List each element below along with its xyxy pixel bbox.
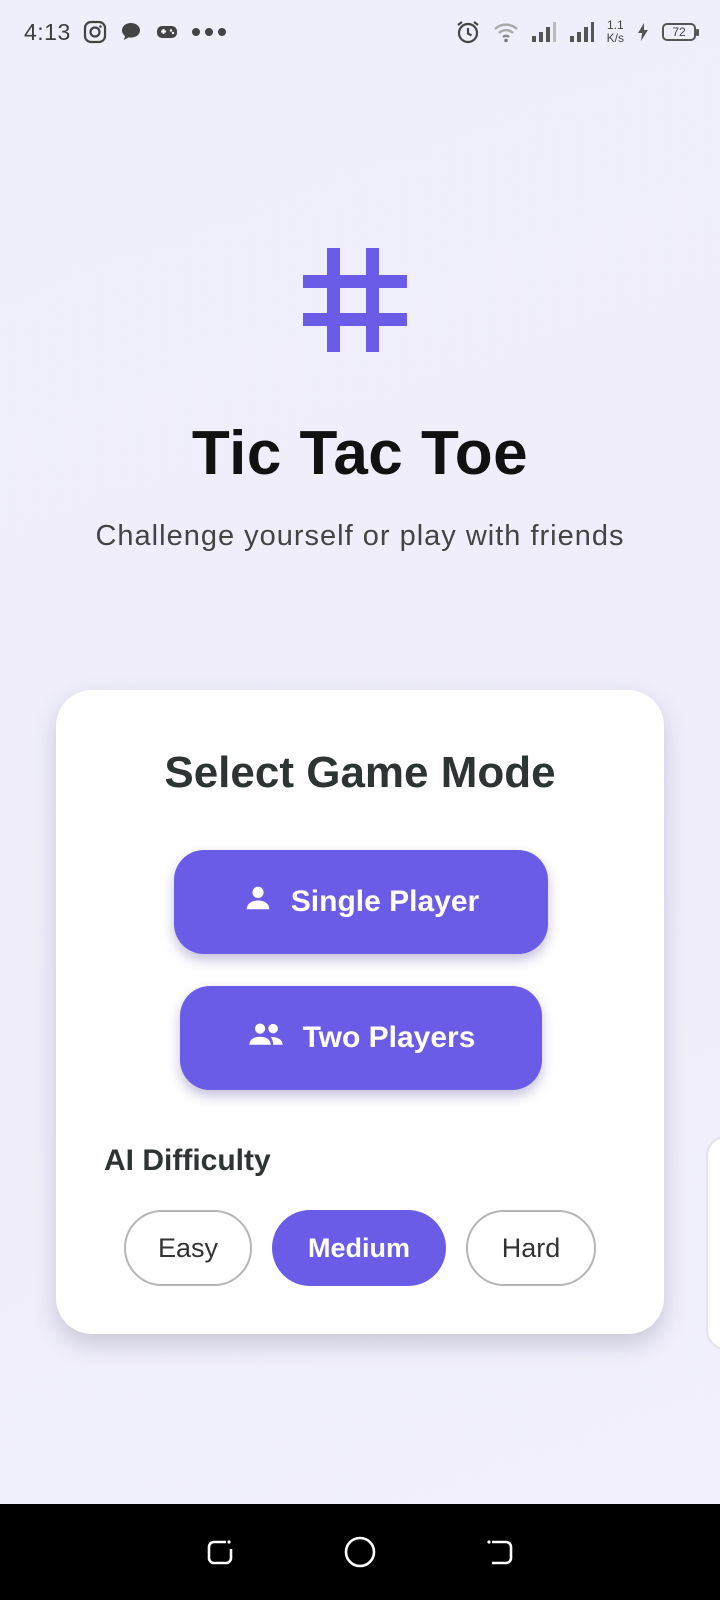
difficulty-medium-button[interactable]: Medium — [272, 1210, 446, 1286]
charging-icon — [636, 22, 650, 42]
gamepad-icon — [155, 20, 179, 44]
battery-indicator: 72 — [662, 23, 699, 41]
person-icon — [243, 883, 273, 921]
hash-grid-icon — [300, 245, 410, 355]
back-button[interactable] — [480, 1532, 520, 1572]
status-bar: 4:13 1.1 K/s 72 — [0, 0, 720, 64]
single-player-label: Single Player — [290, 885, 480, 918]
difficulty-easy-button[interactable]: Easy — [124, 1210, 252, 1286]
recent-apps-button[interactable] — [200, 1532, 240, 1572]
two-players-label: Two Players — [302, 1021, 476, 1054]
status-bar-left: 4:13 — [24, 19, 227, 46]
app-subtitle: Challenge yourself or play with friends — [95, 520, 625, 552]
card-title: Select Game Mode — [164, 748, 556, 797]
instagram-icon — [83, 20, 107, 44]
difficulty-hard-button[interactable]: Hard — [466, 1210, 596, 1286]
status-bar-right: 1.1 K/s 72 — [455, 19, 699, 45]
ai-difficulty-label: AI Difficulty — [104, 1144, 271, 1177]
group-icon — [247, 1019, 285, 1057]
offscreen-card-edge — [706, 1136, 720, 1350]
alarm-icon — [455, 19, 481, 45]
signal-icon-secondary — [569, 21, 595, 43]
app-title: Tic Tac Toe — [191, 419, 529, 488]
network-speed-unit: K/s — [606, 31, 624, 45]
single-player-button[interactable]: Single Player — [174, 850, 548, 954]
game-mode-card: Select Game Mode Single Player Two Playe… — [56, 690, 664, 1334]
signal-icon — [531, 21, 557, 43]
difficulty-options: Easy Medium Hard — [56, 1210, 664, 1286]
network-speed: 1.1 K/s — [607, 19, 624, 45]
more-dots-icon — [191, 26, 227, 38]
wifi-icon — [493, 21, 519, 43]
home-button[interactable] — [340, 1532, 380, 1572]
chat-bubble-icon — [119, 20, 143, 44]
two-players-button[interactable]: Two Players — [180, 986, 542, 1090]
clock: 4:13 — [24, 18, 71, 45]
navigation-bar — [0, 1504, 720, 1600]
